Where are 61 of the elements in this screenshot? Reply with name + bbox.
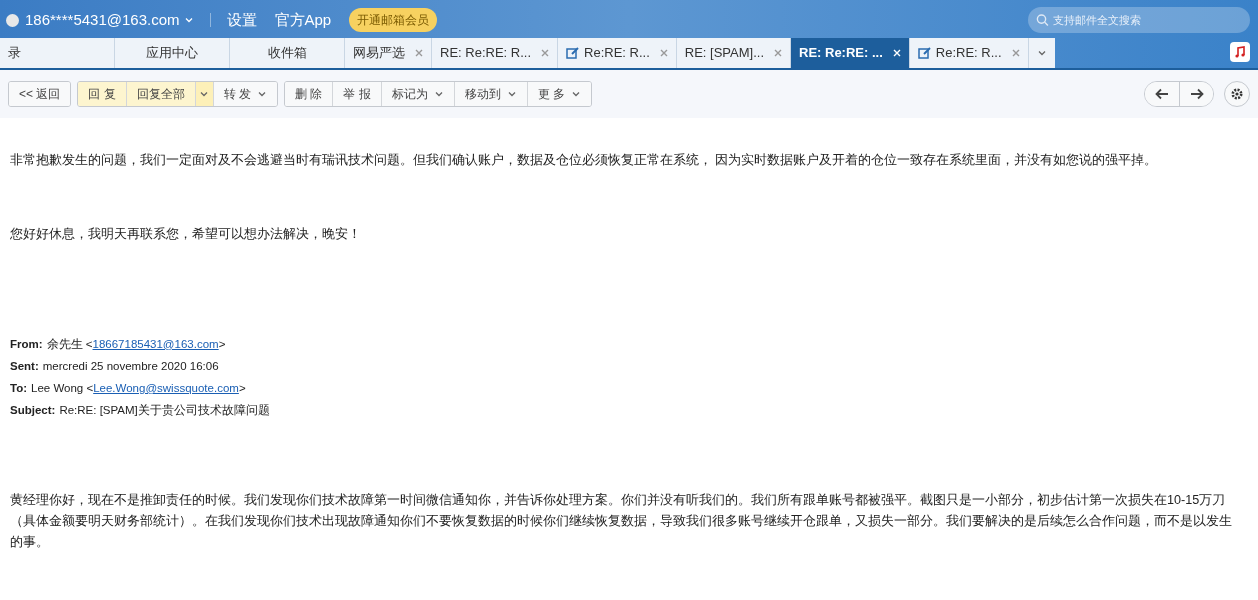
next-button[interactable] bbox=[1179, 82, 1213, 106]
tab-label: 收件箱 bbox=[267, 44, 307, 63]
toolbar-button[interactable]: 更 多 bbox=[526, 82, 592, 106]
header-label: Subject: bbox=[10, 403, 56, 419]
tab-label: 网易严选 bbox=[353, 44, 405, 63]
vip-badge[interactable]: 开通邮箱会员 bbox=[349, 8, 438, 32]
tab[interactable]: 收件箱 bbox=[230, 38, 345, 68]
header-value: Re:RE: [SPAM]关于贵公司技术故障问题 bbox=[59, 403, 270, 419]
chevron-down-icon bbox=[183, 15, 194, 25]
toolbar-button[interactable]: << 返回 bbox=[9, 82, 71, 106]
body-paragraph: 您好好休息，我明天再联系您，希望可以想办法解决，晚安！ bbox=[10, 225, 362, 243]
email-link[interactable]: Lee.Wong@swissquote.com bbox=[93, 380, 239, 398]
tab-label: 录 bbox=[8, 44, 21, 63]
header-link[interactable]: 设置 bbox=[226, 8, 257, 32]
header-link[interactable]: 官方App bbox=[274, 8, 332, 32]
tab[interactable]: RE: Re:RE: R... bbox=[432, 38, 559, 68]
tab-label: 应用中心 bbox=[146, 44, 198, 63]
header-label: From: bbox=[10, 336, 43, 352]
toolbar-button[interactable]: 回复全部 bbox=[125, 82, 195, 106]
toolbar-button[interactable]: 回 复 bbox=[78, 82, 126, 106]
toolbar-button[interactable]: 转 发 bbox=[212, 82, 278, 106]
tab[interactable]: Re:RE: R... bbox=[558, 38, 677, 68]
body-paragraph: 非常抱歉发生的问题，我们一定面对及不会逃避当时有瑞讯技术问题。但我们确认账户，数据及仓位必须恢复正常在系统， 因为实时数据账户及开着的仓位一致存在系统里面，并没有如您说的强平掉。 bbox=[10, 152, 1159, 169]
bracket: > bbox=[238, 381, 246, 396]
header-label: To: bbox=[10, 381, 28, 396]
music-icon[interactable] bbox=[1230, 42, 1250, 62]
header-value: mercredi 25 novembre 2020 16:06 bbox=[42, 358, 219, 374]
tab[interactable]: 录 bbox=[0, 38, 115, 68]
settings-icon bbox=[1230, 87, 1244, 101]
bracket: > bbox=[218, 336, 226, 352]
header-value: 余先生 < bbox=[46, 336, 93, 352]
search-input[interactable]: 支持邮件全文搜索 bbox=[1052, 11, 1242, 29]
search-icon bbox=[1036, 13, 1049, 27]
tab-label: RE: Re:RE: R... bbox=[440, 44, 532, 63]
arrow-left-icon bbox=[1155, 88, 1169, 100]
tab-label: RE: [SPAM]... bbox=[684, 44, 764, 63]
edit-icon bbox=[566, 46, 581, 60]
chevron-down-icon bbox=[571, 89, 582, 99]
header-value: Lee Wong < bbox=[31, 381, 94, 396]
tab[interactable]: RE: Re:RE: ... bbox=[791, 38, 910, 68]
account-avatar-icon bbox=[6, 13, 19, 27]
header-label: Sent: bbox=[10, 358, 39, 374]
email-link[interactable]: 18667185431@163.com bbox=[92, 335, 219, 353]
settings-button[interactable] bbox=[1224, 81, 1250, 107]
chevron-down-icon bbox=[433, 89, 444, 99]
tab-label: Re:RE: R... bbox=[584, 44, 650, 63]
chevron-down-icon bbox=[506, 89, 517, 99]
tab[interactable]: 网易严选 bbox=[345, 38, 432, 68]
account-menu[interactable]: 186****5431@163.com bbox=[25, 8, 194, 32]
chevron-down-icon bbox=[257, 89, 268, 99]
edit-icon bbox=[917, 46, 932, 60]
chevron-down-icon bbox=[1036, 48, 1047, 58]
tab[interactable]: RE: [SPAM]... bbox=[676, 38, 791, 68]
tab[interactable]: Re:RE: R... bbox=[909, 38, 1029, 68]
search-field[interactable]: 支持邮件全文搜索 bbox=[1028, 7, 1250, 33]
chevron-down-icon bbox=[199, 89, 210, 99]
quoted-paragraph: 黄经理你好，现在不是推卸责任的时候。我们发现你们技术故障第一时间微信通知你，并告诉你处理方案。你们并没有听我们的。我们所有跟单账号都被强平。截图只是一小部分，初步估计第一次损失在10-15万刀（具体金额要明天财务部统计）。在我们发现你们技术出现故障通知你们不要恢复数据的时候你们继续恢复数据，导致我们很多账号继续开仓跟单，又损失一部分。我们要解决的是后续怎么合作问题，而不是以发生的事。 bbox=[10, 491, 1233, 551]
tab[interactable]: 应用中心 bbox=[115, 38, 230, 68]
tab-label: Re:RE: R... bbox=[935, 44, 1002, 63]
arrow-right-icon bbox=[1189, 88, 1204, 100]
tab-label: RE: Re:RE: ... bbox=[799, 44, 883, 63]
